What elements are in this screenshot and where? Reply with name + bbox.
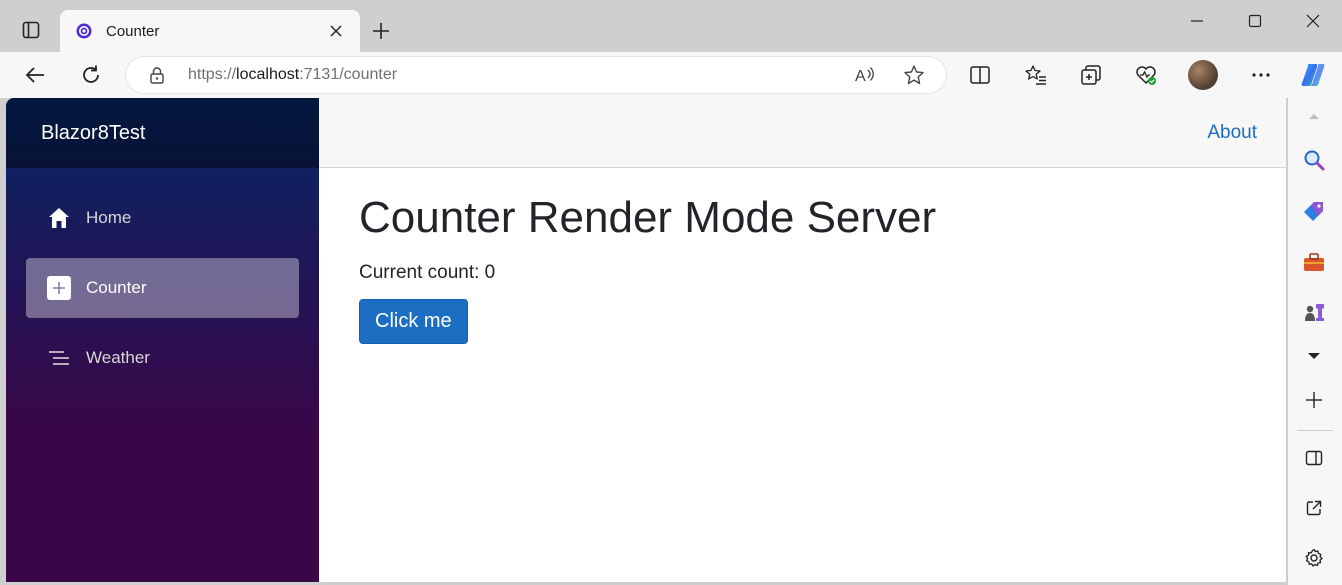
copilot-button[interactable] [1296,58,1330,92]
favorite-star-icon[interactable] [902,63,926,87]
split-screen-button[interactable] [963,58,997,92]
shopping-button[interactable] [1298,196,1330,228]
games-icon [1305,304,1324,321]
svg-text:A: A [855,68,866,85]
split-screen-icon [970,66,990,84]
back-button[interactable] [18,58,52,92]
sidebar-panel-icon [1305,450,1323,466]
search-sidebar-button[interactable] [1298,144,1330,176]
blazor-favicon [74,21,94,41]
click-me-button[interactable]: Click me [359,299,468,344]
page-title: Counter Render Mode Server [359,193,937,242]
main-content: Counter Render Mode Server Current count… [359,192,936,344]
maximize-icon [1248,14,1262,28]
browser-essentials-button[interactable] [1129,58,1163,92]
top-row: About [319,98,1286,168]
profile-avatar[interactable] [1188,60,1218,90]
tab-title: Counter [106,22,160,40]
browser-toolbar: https://localhost:7131/counter A [0,52,1342,98]
favorites-icon [1025,65,1046,85]
edge-sidebar [1288,98,1342,585]
url-text[interactable]: https://localhost:7131/counter [188,66,397,84]
url-path: :7131/counter [299,66,398,83]
scroll-up-button[interactable] [1298,100,1330,132]
plus-square-icon [46,275,72,301]
list-icon [46,345,72,371]
back-icon [25,67,44,83]
url-scheme: https:// [188,66,237,83]
sidebar-more-button[interactable] [1298,340,1330,372]
minimize-button[interactable] [1174,8,1220,34]
browser-tab-counter[interactable]: Counter [60,10,360,52]
nav-label-counter: Counter [86,278,147,297]
brand-row: Blazor8Test [6,98,319,168]
about-link[interactable]: About [1207,122,1257,144]
add-icon [1306,392,1322,408]
tools-icon [1304,253,1324,271]
hide-sidebar-button[interactable] [1298,442,1330,474]
read-aloud-icon[interactable]: A [853,63,877,87]
open-external-icon [1306,500,1322,516]
nav-item-weather[interactable]: Weather [26,328,299,388]
close-icon[interactable] [326,21,346,41]
more-button[interactable] [1244,58,1278,92]
collections-icon [1081,65,1101,85]
plus-icon [373,23,389,39]
refresh-button[interactable] [74,58,108,92]
current-count: Current count: 0 [359,262,496,283]
sidebar-divider [1297,430,1333,431]
window-close-button[interactable] [1290,8,1336,34]
lock-icon[interactable] [148,66,166,84]
more-icon [1252,73,1270,77]
refresh-icon [83,65,99,83]
games-button[interactable] [1298,296,1330,328]
add-sidebar-app-button[interactable] [1298,384,1330,416]
window-close-icon [1306,14,1320,28]
browser-essentials-icon [1136,66,1156,85]
scroll-up-icon [1309,114,1319,119]
maximize-button[interactable] [1232,8,1278,34]
settings-gear-icon [1305,548,1323,567]
favorites-button[interactable] [1019,58,1053,92]
nav-item-home[interactable]: Home [26,188,299,248]
minimize-icon [1191,20,1203,22]
collections-button[interactable] [1074,58,1108,92]
brand-link[interactable]: Blazor8Test [41,122,146,145]
tab-actions-icon[interactable] [14,15,48,45]
url-host: localhost [236,66,300,83]
nav-label-home: Home [86,208,132,227]
nav-item-counter[interactable]: Counter [26,258,299,318]
search-icon [1304,150,1325,171]
chevron-down-icon [1308,353,1320,359]
tools-button[interactable] [1298,246,1330,278]
sidebar-settings-button[interactable] [1298,542,1330,574]
app-sidebar: Blazor8Test Home Counter Weather [6,98,319,582]
nav-label-weather: Weather [86,348,150,367]
home-icon [46,205,72,231]
new-tab-button[interactable] [366,16,396,46]
browser-titlebar: Counter [0,0,1342,52]
open-external-button[interactable] [1298,492,1330,524]
page-viewport: Blazor8Test Home Counter Weather About C… [6,98,1286,582]
copilot-icon [1301,64,1325,86]
address-bar[interactable]: https://localhost:7131/counter A [126,57,946,93]
shopping-tag-icon [1304,202,1323,221]
